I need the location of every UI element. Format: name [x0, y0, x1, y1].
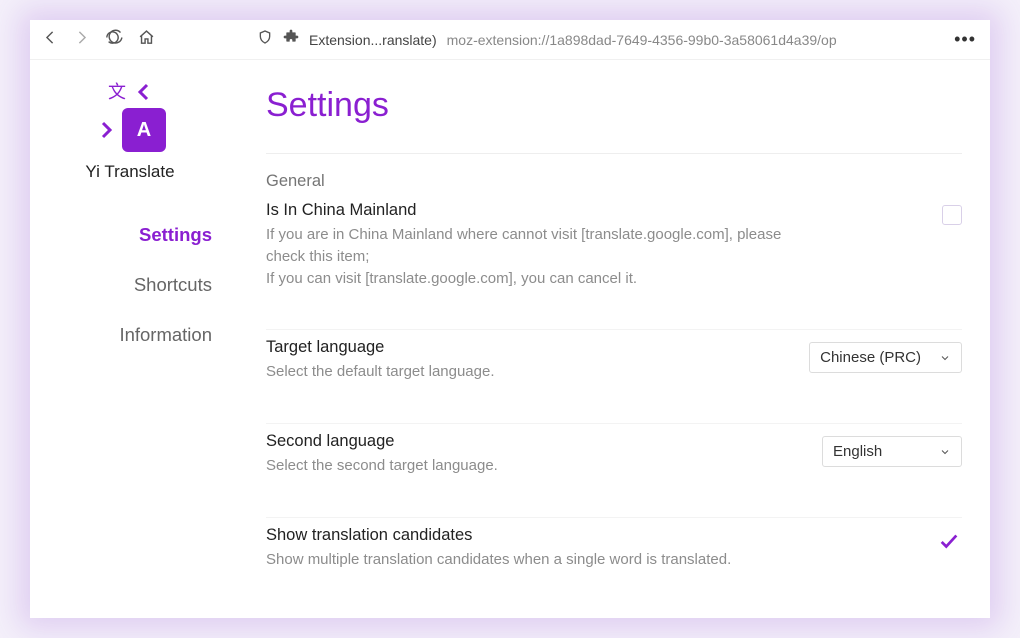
- setting-label: Show translation candidates: [266, 526, 802, 545]
- svg-text:文: 文: [108, 82, 126, 102]
- setting-show-candidates: Show translation candidates Show multipl…: [266, 517, 962, 593]
- logo-letter-icon: A: [122, 108, 166, 152]
- checkbox-candidates[interactable]: [936, 530, 962, 557]
- page-label: Extension...ranslate): [309, 32, 437, 48]
- select-second-language[interactable]: English: [822, 436, 962, 467]
- setting-label: Target language: [266, 338, 789, 357]
- setting-control: [822, 526, 962, 557]
- chevron-down-icon: [939, 446, 951, 458]
- main-panel: Settings General Is In China Mainland If…: [230, 60, 990, 618]
- sidebar-nav: Settings Shortcuts Information: [30, 210, 230, 360]
- section-title: General: [266, 172, 962, 191]
- chevron-left-icon: [132, 80, 156, 104]
- setting-text: Second language Select the second target…: [266, 432, 822, 477]
- sidebar: 文 A Yi Translate Settings Shortcuts Info…: [30, 60, 230, 618]
- select-value: English: [833, 443, 882, 460]
- setting-desc: If you are in China Mainland where canno…: [266, 224, 802, 289]
- more-icon[interactable]: •••: [954, 29, 980, 50]
- setting-label: Second language: [266, 432, 802, 451]
- divider: [266, 153, 962, 154]
- setting-desc: Select the default target language.: [266, 361, 789, 383]
- app-name: Yi Translate: [85, 162, 174, 182]
- setting-desc: Show multiple translation candidates whe…: [266, 549, 802, 571]
- content: 文 A Yi Translate Settings Shortcuts Info…: [30, 60, 990, 618]
- setting-china-mainland: Is In China Mainland If you are in China…: [266, 201, 962, 311]
- setting-control: [822, 201, 962, 225]
- setting-label: Is In China Mainland: [266, 201, 802, 220]
- nav-icons: [42, 29, 155, 51]
- extension-icon: [283, 29, 299, 50]
- logo-char-icon: 文: [104, 80, 128, 104]
- reload-icon[interactable]: [107, 29, 124, 51]
- setting-text: Show translation candidates Show multipl…: [266, 526, 822, 571]
- setting-control: Chinese (PRC): [809, 338, 962, 373]
- chevron-right-icon: [94, 118, 118, 142]
- setting-text: Target language Select the default targe…: [266, 338, 809, 383]
- sidebar-item-settings[interactable]: Settings: [30, 210, 212, 260]
- browser-toolbar: Extension...ranslate) moz-extension://1a…: [30, 20, 990, 60]
- setting-text: Is In China Mainland If you are in China…: [266, 201, 822, 289]
- home-icon[interactable]: [138, 29, 155, 51]
- page-url: moz-extension://1a898dad-7649-4356-99b0-…: [447, 32, 942, 48]
- app-logo-row2: A: [94, 108, 166, 152]
- select-target-language[interactable]: Chinese (PRC): [809, 342, 962, 373]
- back-icon[interactable]: [42, 29, 59, 51]
- setting-target-language: Target language Select the default targe…: [266, 329, 962, 405]
- setting-desc: Select the second target language.: [266, 455, 802, 477]
- select-value: Chinese (PRC): [820, 349, 921, 366]
- browser-window: Extension...ranslate) moz-extension://1a…: [30, 20, 990, 618]
- sidebar-item-shortcuts[interactable]: Shortcuts: [30, 260, 212, 310]
- chevron-down-icon: [939, 352, 951, 364]
- forward-icon[interactable]: [73, 29, 90, 51]
- setting-control: English: [822, 432, 962, 467]
- page-title: Settings: [266, 86, 962, 125]
- checkbox-china[interactable]: [942, 205, 962, 225]
- sidebar-item-information[interactable]: Information: [30, 310, 212, 360]
- check-icon: [936, 530, 962, 552]
- shield-icon: [257, 29, 273, 50]
- address-bar[interactable]: Extension...ranslate) moz-extension://1a…: [257, 29, 942, 50]
- setting-second-language: Second language Select the second target…: [266, 423, 962, 499]
- app-logo: 文: [104, 80, 156, 104]
